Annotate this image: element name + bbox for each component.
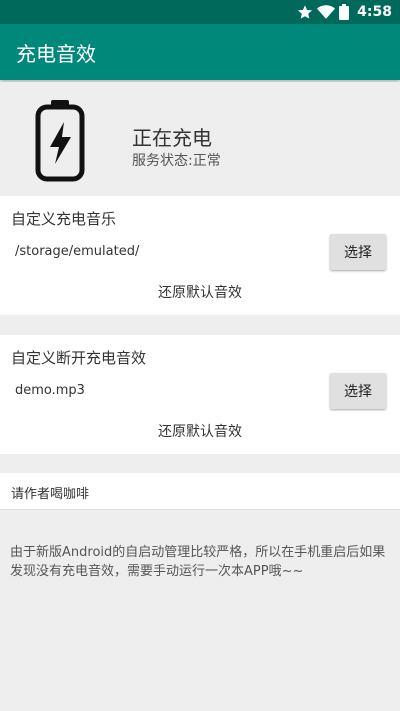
custom-disconnect-sound-file: demo.mp3: [15, 383, 85, 398]
custom-charge-sound-title: 自定义充电音乐: [11, 210, 117, 228]
battery-charging-icon: [35, 100, 85, 182]
app-bar: 充电音效: [0, 24, 400, 80]
buy-coffee-label: 请作者喝咖啡: [11, 487, 90, 502]
autostart-notice: 由于新版Android的自启动管理比较严格，所以在手机重启后如果发现没有充电音效…: [10, 545, 386, 579]
status-icons: 4:58: [297, 0, 392, 24]
status-bar: 4:58: [0, 0, 400, 24]
charging-state-label: 正在充电: [132, 126, 212, 150]
custom-charge-sound-panel: 自定义充电音乐 /storage/emulated/ 选择 还原默认音效: [0, 196, 400, 315]
buy-coffee-row[interactable]: 请作者喝咖啡: [0, 473, 400, 510]
charging-status-card: 正在充电 服务状态:正常: [0, 82, 400, 196]
status-time: 4:58: [357, 4, 392, 20]
restore-disconnect-sound-button[interactable]: 还原默认音效: [0, 421, 400, 441]
select-charge-sound-button[interactable]: 选择: [330, 234, 386, 270]
service-status-label: 服务状态:正常: [132, 153, 221, 169]
custom-charge-sound-path: /storage/emulated/: [15, 244, 140, 259]
restore-charge-sound-button[interactable]: 还原默认音效: [0, 282, 400, 302]
star-icon: [298, 5, 313, 19]
custom-disconnect-sound-title: 自定义断开充电音效: [11, 349, 147, 367]
battery-icon: [339, 4, 350, 20]
wifi-icon: [317, 5, 336, 19]
custom-disconnect-sound-panel: 自定义断开充电音效 demo.mp3 选择 还原默认音效: [0, 335, 400, 454]
select-disconnect-sound-button[interactable]: 选择: [330, 373, 386, 409]
app-title: 充电音效: [16, 42, 96, 66]
